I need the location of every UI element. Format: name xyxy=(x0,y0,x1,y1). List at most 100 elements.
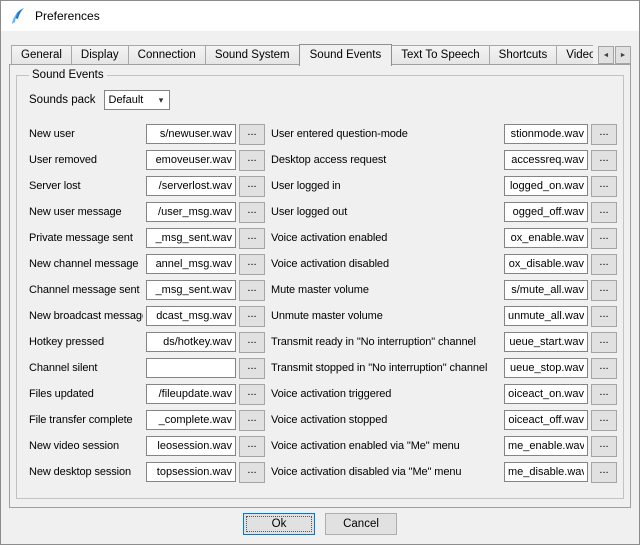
browse-button[interactable]: ... xyxy=(239,176,265,197)
browse-button[interactable]: ... xyxy=(239,254,265,275)
sound-event-row: New video session ... xyxy=(29,433,265,459)
sound-file-input[interactable] xyxy=(504,410,588,430)
sound-file-input[interactable] xyxy=(504,332,588,352)
browse-button[interactable]: ... xyxy=(591,384,617,405)
right-column: User entered question-mode ... Desktop a… xyxy=(271,121,617,485)
cancel-button[interactable]: Cancel xyxy=(325,513,397,535)
sound-event-row: Voice activation disabled ... xyxy=(271,251,617,277)
sound-file-input[interactable] xyxy=(146,332,236,352)
browse-button[interactable]: ... xyxy=(591,436,617,457)
tab-sound-system[interactable]: Sound System xyxy=(205,45,300,64)
browse-button[interactable]: ... xyxy=(591,462,617,483)
sound-file-input[interactable] xyxy=(504,358,588,378)
browse-button[interactable]: ... xyxy=(591,332,617,353)
sound-event-label: Channel message sent xyxy=(29,284,143,296)
sounds-pack-row: Sounds pack Default ▾ xyxy=(29,89,617,111)
sound-event-row: Unmute master volume ... xyxy=(271,303,617,329)
browse-button[interactable]: ... xyxy=(591,150,617,171)
browse-button[interactable]: ... xyxy=(239,332,265,353)
tab-label: Sound Events xyxy=(310,49,382,61)
sound-file-input[interactable] xyxy=(504,436,588,456)
browse-button[interactable]: ... xyxy=(591,280,617,301)
teamtalk-logo-icon xyxy=(9,7,27,25)
sound-file-input[interactable] xyxy=(504,254,588,274)
ok-button[interactable]: Ok xyxy=(243,513,315,535)
browse-button[interactable]: ... xyxy=(591,254,617,275)
title-bar[interactable]: Preferences xyxy=(1,1,639,31)
sound-event-label: User removed xyxy=(29,154,143,166)
group-title: Sound Events xyxy=(29,69,107,81)
browse-button[interactable]: ... xyxy=(591,228,617,249)
tab-display[interactable]: Display xyxy=(71,45,129,64)
tab-general[interactable]: General xyxy=(11,45,72,64)
tab-label: Video xyxy=(566,49,593,61)
sound-file-input[interactable] xyxy=(504,462,588,482)
browse-button[interactable]: ... xyxy=(591,202,617,223)
browse-button[interactable]: ... xyxy=(591,124,617,145)
sounds-pack-select[interactable]: Default ▾ xyxy=(104,90,170,110)
sound-file-input[interactable] xyxy=(146,384,236,404)
sound-file-input[interactable] xyxy=(146,254,236,274)
sound-file-input[interactable] xyxy=(146,306,236,326)
browse-button[interactable]: ... xyxy=(591,410,617,431)
tab-scroll-right-button[interactable]: ► xyxy=(615,46,631,64)
sound-file-input[interactable] xyxy=(146,462,236,482)
sound-file-input[interactable] xyxy=(504,384,588,404)
browse-button[interactable]: ... xyxy=(239,202,265,223)
sound-file-input[interactable] xyxy=(146,410,236,430)
browse-button[interactable]: ... xyxy=(239,462,265,483)
sound-file-input[interactable] xyxy=(504,176,588,196)
browse-button[interactable]: ... xyxy=(239,228,265,249)
sound-file-input[interactable] xyxy=(146,202,236,222)
browse-button[interactable]: ... xyxy=(239,436,265,457)
browse-button[interactable]: ... xyxy=(239,124,265,145)
sounds-pack-value: Default xyxy=(105,94,154,106)
sound-event-label: New channel message xyxy=(29,258,143,270)
browse-button[interactable]: ... xyxy=(591,358,617,379)
tab-label: Shortcuts xyxy=(499,49,548,61)
sound-event-label: User logged in xyxy=(271,180,501,192)
sound-event-label: User entered question-mode xyxy=(271,128,501,140)
sound-event-row: User logged out ... xyxy=(271,199,617,225)
tab-shortcuts[interactable]: Shortcuts xyxy=(489,45,558,64)
sound-events-group: Sound Events Sounds pack Default ▾ New u… xyxy=(16,69,624,499)
sound-file-input[interactable] xyxy=(146,228,236,248)
browse-button[interactable]: ... xyxy=(239,306,265,327)
sound-event-row: Desktop access request ... xyxy=(271,147,617,173)
sound-event-row: New desktop session ... xyxy=(29,459,265,485)
sound-file-input[interactable] xyxy=(504,306,588,326)
chevron-down-icon: ▾ xyxy=(154,95,169,106)
browse-button[interactable]: ... xyxy=(591,306,617,327)
browse-button[interactable]: ... xyxy=(591,176,617,197)
browse-button[interactable]: ... xyxy=(239,358,265,379)
sound-event-row: Channel silent ... xyxy=(29,355,265,381)
sound-file-input[interactable] xyxy=(504,150,588,170)
browse-button[interactable]: ... xyxy=(239,384,265,405)
sound-event-row: Voice activation triggered ... xyxy=(271,381,617,407)
sound-event-row: Voice activation disabled via "Me" menu … xyxy=(271,459,617,485)
sound-event-label: Voice activation triggered xyxy=(271,388,501,400)
tab-scroll-left-button[interactable]: ◄ xyxy=(598,46,614,64)
tab-connection[interactable]: Connection xyxy=(128,45,206,64)
sound-file-input[interactable] xyxy=(146,280,236,300)
sound-file-input[interactable] xyxy=(146,150,236,170)
browse-button[interactable]: ... xyxy=(239,410,265,431)
sound-file-input[interactable] xyxy=(146,176,236,196)
sound-event-row: New user ... xyxy=(29,121,265,147)
sound-file-input[interactable] xyxy=(504,280,588,300)
sound-file-input[interactable] xyxy=(146,124,236,144)
window-title: Preferences xyxy=(35,9,100,23)
sound-file-input[interactable] xyxy=(504,202,588,222)
sound-event-label: Voice activation disabled xyxy=(271,258,501,270)
tab-video[interactable]: Video xyxy=(556,45,593,64)
left-column: New user ... User removed ... Server los… xyxy=(29,121,265,485)
sound-file-input[interactable] xyxy=(504,228,588,248)
sound-file-input[interactable] xyxy=(504,124,588,144)
browse-button[interactable]: ... xyxy=(239,280,265,301)
sound-file-input[interactable] xyxy=(146,436,236,456)
sound-file-input[interactable] xyxy=(146,358,236,378)
sound-event-row: Private message sent ... xyxy=(29,225,265,251)
tab-sound-events[interactable]: Sound Events xyxy=(299,44,393,66)
tab-text-to-speech[interactable]: Text To Speech xyxy=(391,45,489,64)
browse-button[interactable]: ... xyxy=(239,150,265,171)
